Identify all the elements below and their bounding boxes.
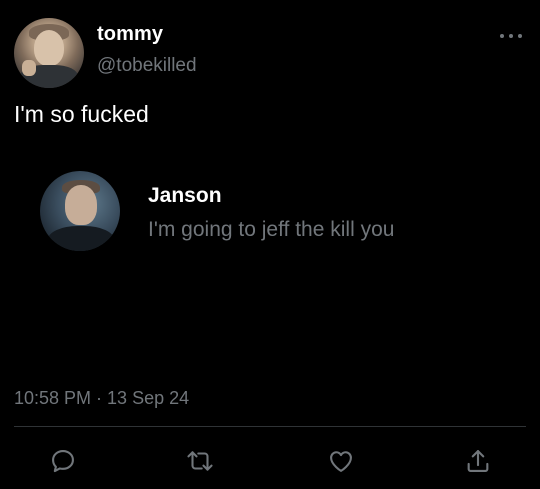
more-dot <box>509 34 513 38</box>
tweet-timestamp[interactable]: 10:58 PM · 13 Sep 24 <box>14 388 189 409</box>
more-horizontal-icon[interactable] <box>500 32 522 40</box>
author-avatar[interactable] <box>14 18 84 88</box>
quoted-display-name[interactable]: Janson <box>148 184 222 208</box>
divider <box>14 426 526 427</box>
reply-icon <box>52 450 74 473</box>
author-display-name[interactable]: tommy <box>97 23 163 46</box>
avatar-hand <box>22 60 36 76</box>
quoted-avatar-coat <box>48 226 114 251</box>
tweet-card: tommy @tobekilled I'm so fucked Janson I… <box>0 0 540 489</box>
reply-button[interactable] <box>48 446 78 476</box>
tweet-text: I'm so fucked <box>14 101 149 127</box>
more-dot <box>500 34 504 38</box>
like-button[interactable] <box>326 446 356 476</box>
quoted-avatar[interactable] <box>40 171 120 251</box>
quoted-text: I'm going to jeff the kill you <box>148 218 395 241</box>
share-button[interactable] <box>463 446 493 476</box>
heart-icon <box>330 451 352 472</box>
avatar-face <box>34 30 64 66</box>
more-dot <box>518 34 522 38</box>
quoted-avatar-face <box>65 185 97 225</box>
author-handle[interactable]: @tobekilled <box>97 55 197 77</box>
retweet-icon <box>187 451 213 471</box>
share-icon <box>467 450 489 472</box>
retweet-button[interactable] <box>185 446 215 476</box>
